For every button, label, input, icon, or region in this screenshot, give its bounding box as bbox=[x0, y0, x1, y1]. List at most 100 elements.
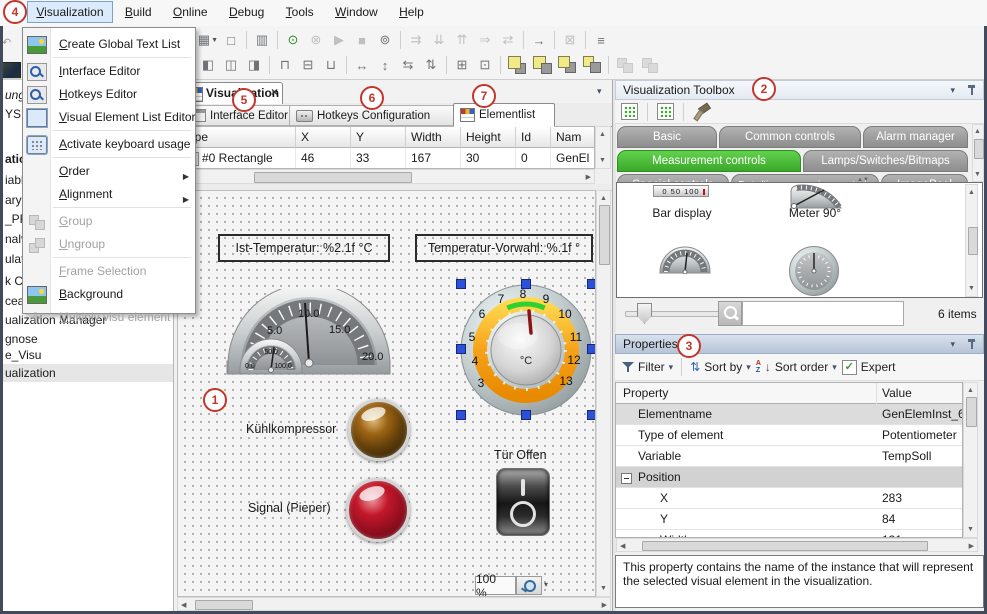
same-height-icon[interactable]: ↕ bbox=[374, 54, 396, 76]
scrollbar-thumb[interactable] bbox=[974, 139, 984, 159]
visualization-canvas[interactable]: Ist-Temperatur: %2.1f °C Temperatur-Vorw… bbox=[177, 190, 596, 597]
scrollbar-thumb[interactable] bbox=[254, 172, 412, 183]
toolbox-item-bar-display-graphic[interactable]: 0 50 100 bbox=[653, 185, 709, 197]
visu-text-rectangle-temperatur-vorwahl[interactable]: Temperatur-Vorwahl: %.1f ° bbox=[415, 234, 593, 262]
tab-list-chevron-icon[interactable]: ▾ bbox=[597, 86, 602, 97]
selection-handle[interactable] bbox=[456, 279, 466, 289]
new-object-icon[interactable]: □ bbox=[220, 29, 242, 51]
table-horizontal-scrollbar[interactable]: ◀ ▶ bbox=[176, 169, 595, 184]
align-bottom-icon[interactable]: ⊔ bbox=[320, 54, 342, 76]
center-horizontal-icon[interactable]: ⊞ bbox=[451, 54, 473, 76]
insert-element-icon[interactable] bbox=[621, 103, 638, 120]
meter-180-element[interactable]: 50.0 0.0 100.0 bbox=[238, 337, 304, 375]
menu-item-interface-editor[interactable]: Interface Editor bbox=[23, 61, 195, 81]
property-row-y[interactable]: Y84 bbox=[616, 509, 963, 530]
scroll-right-icon[interactable]: ▶ bbox=[602, 600, 607, 611]
toolbox-tab-measurement-controls[interactable]: Measurement controls bbox=[617, 150, 801, 172]
scrollbar-thumb[interactable] bbox=[195, 600, 253, 610]
align-top-icon[interactable]: ⊓ bbox=[274, 54, 296, 76]
step-over-icon[interactable]: ⇉ bbox=[405, 29, 427, 51]
toolbox-tabs-scrollbar[interactable]: ▲ ▼ bbox=[972, 124, 984, 182]
filter-button[interactable]: Filter ▾ bbox=[622, 360, 673, 374]
login-icon[interactable]: ⊙ bbox=[282, 29, 304, 51]
property-row-variable[interactable]: VariableTempSoll bbox=[616, 446, 963, 467]
menu-item-group[interactable]: Group bbox=[23, 211, 195, 231]
next-icon[interactable]: → bbox=[528, 29, 550, 51]
send-to-back-icon[interactable] bbox=[532, 55, 552, 75]
item-size-slider-thumb[interactable] bbox=[637, 303, 652, 324]
expand-arrows-icon[interactable]: ▲▼ bbox=[857, 177, 869, 183]
menu-online[interactable]: Online bbox=[164, 1, 217, 23]
toolbox-tab-lamps-switches-bitmaps[interactable]: Lamps/Switches/Bitmaps bbox=[803, 150, 968, 172]
group-icon[interactable] bbox=[615, 56, 635, 74]
collapse-minus-icon[interactable] bbox=[621, 473, 632, 484]
scroll-down-icon[interactable]: ▼ bbox=[967, 524, 974, 535]
align-middle-icon[interactable]: ⊟ bbox=[297, 54, 319, 76]
selection-handle[interactable] bbox=[456, 410, 466, 420]
toolbox-tab-basic[interactable]: Basic bbox=[617, 126, 717, 148]
step-out-icon[interactable]: ⇈ bbox=[451, 29, 473, 51]
text-list-icon[interactable]: ▥ bbox=[251, 29, 273, 51]
tree-item-visualization[interactable]: ualization bbox=[5, 366, 56, 380]
move-backward-icon[interactable] bbox=[582, 55, 602, 75]
step-into-icon[interactable]: ⇊ bbox=[428, 29, 450, 51]
pin-icon[interactable] bbox=[967, 339, 976, 350]
tree-item[interactable]: k C bbox=[5, 274, 23, 288]
zoom-level-box[interactable]: 100 % bbox=[475, 576, 516, 595]
scroll-down-icon[interactable]: ▼ bbox=[599, 155, 606, 166]
scroll-left-icon[interactable]: ◀ bbox=[620, 541, 625, 552]
search-icon[interactable] bbox=[718, 301, 742, 326]
force-values-icon[interactable]: ⊠ bbox=[559, 29, 581, 51]
scroll-down-icon[interactable]: ▼ bbox=[974, 169, 981, 180]
collapse-chevron-icon[interactable]: ▾ bbox=[950, 339, 955, 350]
selection-handle[interactable] bbox=[587, 410, 596, 420]
insert-element-alt-icon[interactable] bbox=[657, 103, 674, 120]
ungroup-icon[interactable] bbox=[640, 56, 660, 74]
selection-handle[interactable] bbox=[521, 410, 531, 420]
column-header-x[interactable]: X bbox=[296, 127, 351, 148]
visu-label-signal-pieper[interactable]: Signal (Pieper) bbox=[248, 501, 331, 515]
menu-build[interactable]: Build bbox=[116, 1, 161, 23]
scroll-up-icon[interactable]: ▲ bbox=[974, 126, 981, 137]
reset-icon[interactable]: ⇄ bbox=[497, 29, 519, 51]
zoom-tool-button[interactable] bbox=[516, 576, 542, 595]
scrollbar-thumb[interactable] bbox=[966, 397, 977, 427]
align-left-icon[interactable]: ◧ bbox=[197, 54, 219, 76]
toolbox-item-meter90-label[interactable]: Meter 90° bbox=[770, 206, 860, 220]
tree-item[interactable]: iabl bbox=[5, 173, 24, 187]
run-to-cursor-icon[interactable]: ⇒ bbox=[474, 29, 496, 51]
visu-text-rectangle-ist-temperatur[interactable]: Ist-Temperatur: %2.1f °C bbox=[218, 234, 390, 262]
column-header-y[interactable]: Y bbox=[351, 127, 406, 148]
properties-horizontal-scrollbar[interactable]: ◀ ▶ bbox=[616, 538, 978, 552]
menu-item-multiply-visu-element[interactable]: Multiply visu element bbox=[23, 307, 195, 327]
toolbox-items-scrollbar[interactable]: ▲ ▼ bbox=[965, 184, 978, 297]
menu-item-order[interactable]: Order ▶ bbox=[23, 161, 195, 181]
visu-label-kuehlkompressor[interactable]: Kühlkompressor bbox=[246, 422, 336, 436]
scroll-up-icon[interactable]: ▲ bbox=[600, 193, 607, 204]
menu-visualization[interactable]: Visualization bbox=[27, 1, 112, 23]
toolbox-item-meter180-graphic[interactable] bbox=[658, 246, 712, 274]
same-width-icon[interactable]: ↔ bbox=[351, 54, 373, 76]
collapse-chevron-icon[interactable]: ▾ bbox=[950, 85, 955, 96]
toolbox-item-bar-display-label[interactable]: Bar display bbox=[637, 206, 727, 220]
canvas-vertical-scrollbar[interactable]: ▲ ▼ bbox=[596, 190, 611, 597]
scroll-up-icon[interactable]: ▲ bbox=[967, 385, 974, 396]
menu-item-hotkeys-editor[interactable]: Hotkeys Editor bbox=[23, 84, 195, 104]
scroll-left-icon[interactable]: ◀ bbox=[181, 600, 186, 611]
tree-item-plc-visu[interactable]: e_Visu bbox=[5, 348, 41, 362]
menu-help[interactable]: Help bbox=[390, 1, 433, 23]
column-header-name[interactable]: Nam bbox=[551, 127, 594, 148]
column-header-width[interactable]: Width bbox=[406, 127, 461, 148]
tree-item-diagnose[interactable]: gnose bbox=[5, 332, 38, 346]
menu-item-activate-keyboard-usage[interactable]: Activate keyboard usage bbox=[23, 134, 195, 154]
selection-handle[interactable] bbox=[456, 344, 466, 354]
toolbox-tab-common-controls[interactable]: Common controls bbox=[719, 126, 861, 148]
property-group-position[interactable]: Position bbox=[616, 467, 963, 488]
properties-vertical-scrollbar[interactable]: ▲ ▼ bbox=[963, 382, 978, 538]
scrollbar-thumb[interactable] bbox=[599, 205, 610, 265]
breakpoint-icon[interactable]: ⊚ bbox=[374, 29, 396, 51]
toolbar-fragment-undo-icon[interactable]: ↶ bbox=[2, 36, 18, 48]
scrollbar-thumb[interactable] bbox=[968, 227, 978, 255]
column-header-height[interactable]: Height bbox=[461, 127, 516, 148]
configure-toolbox-icon[interactable] bbox=[693, 104, 709, 119]
